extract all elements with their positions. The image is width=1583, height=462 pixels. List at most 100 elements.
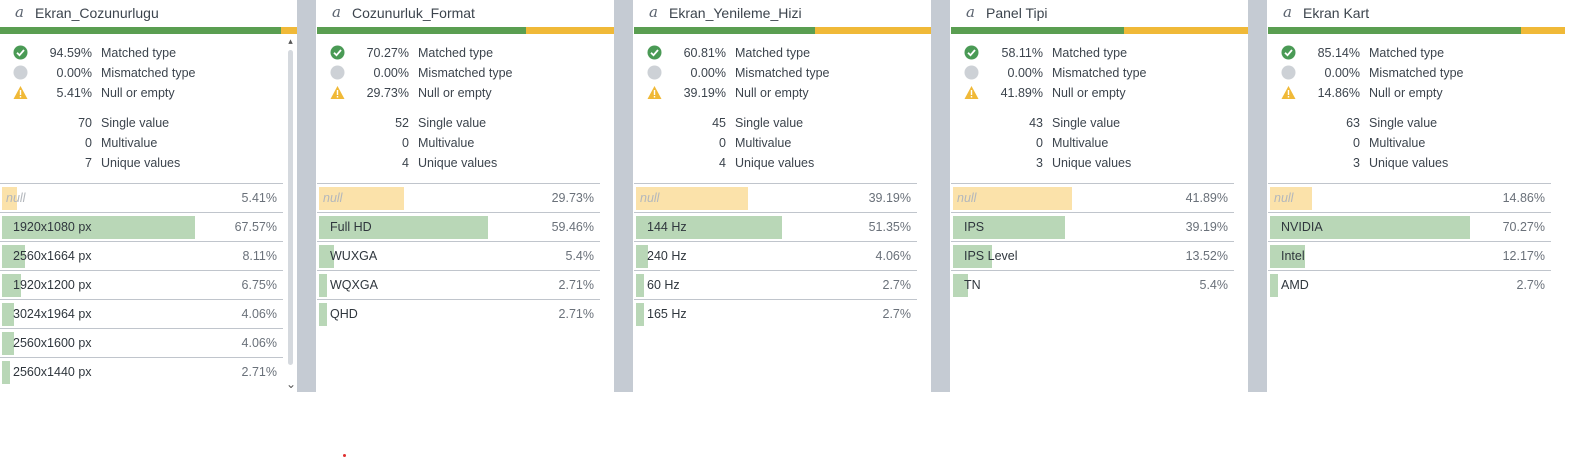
value-row[interactable]: null 29.73%	[317, 183, 600, 212]
value-percent: 4.06%	[241, 336, 277, 350]
stat-label: Multivalue	[101, 136, 158, 150]
scrollbar-thumb[interactable]	[288, 50, 293, 365]
value-frequency-bar	[319, 303, 327, 326]
stat-row-single: 63 Single value	[1268, 114, 1565, 134]
value-percent: 51.35%	[868, 220, 911, 234]
quality-bar	[951, 27, 1248, 34]
value-row[interactable]: 2560x1600 px 4.06%	[0, 328, 283, 357]
stat-value: 43	[1029, 116, 1043, 130]
quality-bar	[1268, 27, 1565, 34]
value-percent: 13.52%	[1185, 249, 1228, 263]
stat-value: 4	[402, 156, 409, 170]
value-label: QHD	[330, 307, 358, 321]
stat-row-unique: 3 Unique values	[951, 154, 1248, 174]
stat-value: 94.59%	[49, 46, 92, 60]
warning-icon	[330, 85, 345, 100]
mismatch-dot-icon	[964, 65, 979, 80]
stat-label: Null or empty	[735, 86, 809, 100]
red-dot-marker	[343, 454, 346, 457]
column-name[interactable]: Panel Tipi	[986, 5, 1047, 21]
vertical-scrollbar[interactable]: ▴ ⌄	[286, 37, 296, 392]
stat-label: Null or empty	[1369, 86, 1443, 100]
stat-row-nullval: 29.73% Null or empty	[317, 84, 614, 104]
value-percent: 4.06%	[241, 307, 277, 321]
value-row[interactable]: TN 5.4%	[951, 270, 1234, 299]
column-panel: a Ekran Kart 85.14% Matched type 0.00% Mismat…	[1268, 0, 1565, 392]
value-row[interactable]: Full HD 59.46%	[317, 212, 600, 241]
mismatch-dot-icon	[1281, 65, 1296, 80]
stat-value: 0	[1036, 136, 1043, 150]
value-row[interactable]: null 14.86%	[1268, 183, 1551, 212]
check-icon	[13, 45, 28, 60]
string-type-icon: a	[966, 3, 975, 21]
chevron-down-icon[interactable]: ⌄	[286, 378, 296, 390]
mismatch-dot-icon	[330, 65, 345, 80]
quality-bar	[0, 27, 297, 34]
stat-label: Unique values	[735, 156, 815, 170]
column-header[interactable]: a Ekran_Cozunurlugu	[0, 0, 297, 27]
stat-row-single: 70 Single value	[0, 114, 297, 134]
column-separator	[1248, 0, 1267, 392]
value-percent: 2.7%	[882, 278, 912, 292]
quality-bar-matched	[951, 27, 1124, 34]
value-row[interactable]: NVIDIA 70.27%	[1268, 212, 1551, 241]
check-icon	[964, 45, 979, 60]
column-name[interactable]: Ekran_Yenileme_Hizi	[669, 5, 802, 21]
stat-label: Multivalue	[1369, 136, 1426, 150]
stat-value: 0.00%	[1324, 66, 1360, 80]
value-row[interactable]: 165 Hz 2.7%	[634, 299, 917, 328]
stat-row-matched: 85.14% Matched type	[1268, 44, 1565, 64]
value-row[interactable]: 60 Hz 2.7%	[634, 270, 917, 299]
stat-label: Matched type	[1052, 46, 1128, 60]
value-row[interactable]: 2560x1440 px 2.71%	[0, 357, 283, 386]
warning-icon	[13, 85, 28, 100]
value-row[interactable]: AMD 2.7%	[1268, 270, 1551, 299]
stat-value: 45	[712, 116, 726, 130]
stat-row-multi: 0 Multivalue	[951, 134, 1248, 154]
column-header[interactable]: a Cozunurluk_Format	[317, 0, 614, 27]
value-percent: 6.75%	[241, 278, 277, 292]
stat-row-nullval: 5.41% Null or empty	[0, 84, 297, 104]
value-row[interactable]: 1920x1200 px 6.75%	[0, 270, 283, 299]
stat-label: Multivalue	[418, 136, 475, 150]
value-frequency-bar	[636, 274, 644, 297]
value-row[interactable]: 144 Hz 51.35%	[634, 212, 917, 241]
value-row[interactable]: null 5.41%	[0, 183, 283, 212]
stat-value: 39.19%	[683, 86, 726, 100]
value-row[interactable]: IPS Level 13.52%	[951, 241, 1234, 270]
stat-row-unique: 4 Unique values	[634, 154, 931, 174]
value-label: 240 Hz	[647, 249, 687, 263]
quality-bar-matched	[634, 27, 815, 34]
value-row[interactable]: null 41.89%	[951, 183, 1234, 212]
value-row[interactable]: 2560x1664 px 8.11%	[0, 241, 283, 270]
column-header[interactable]: a Panel Tipi	[951, 0, 1248, 27]
stat-label: Unique values	[418, 156, 498, 170]
column-header[interactable]: a Ekran Kart	[1268, 0, 1565, 27]
value-row[interactable]: 1920x1080 px 67.57%	[0, 212, 283, 241]
stat-row-multi: 0 Multivalue	[1268, 134, 1565, 154]
column-name[interactable]: Cozunurluk_Format	[352, 5, 475, 21]
stat-value: 60.81%	[683, 46, 726, 60]
stat-value: 4	[719, 156, 726, 170]
value-row[interactable]: Intel 12.17%	[1268, 241, 1551, 270]
value-percent: 70.27%	[1502, 220, 1545, 234]
value-row[interactable]: 240 Hz 4.06%	[634, 241, 917, 270]
value-row[interactable]: QHD 2.71%	[317, 299, 600, 328]
column-name[interactable]: Ekran_Cozunurlugu	[35, 5, 159, 21]
stat-row-matched: 58.11% Matched type	[951, 44, 1248, 64]
warning-icon	[964, 85, 979, 100]
stat-label: Single value	[101, 116, 170, 130]
column-separator	[614, 0, 633, 392]
value-row[interactable]: WUXGA 5.4%	[317, 241, 600, 270]
value-percent: 29.73%	[551, 191, 594, 205]
value-row[interactable]: 3024x1964 px 4.06%	[0, 299, 283, 328]
value-row[interactable]: null 39.19%	[634, 183, 917, 212]
scroll-up-icon[interactable]: ▴	[286, 37, 295, 46]
stat-row-mismatched: 0.00% Mismatched type	[634, 64, 931, 84]
check-icon	[1281, 45, 1296, 60]
column-header[interactable]: a Ekran_Yenileme_Hizi	[634, 0, 931, 27]
column-name[interactable]: Ekran Kart	[1303, 5, 1369, 21]
value-row[interactable]: WQXGA 2.71%	[317, 270, 600, 299]
value-row[interactable]: IPS 39.19%	[951, 212, 1234, 241]
stat-label: Null or empty	[101, 86, 175, 100]
